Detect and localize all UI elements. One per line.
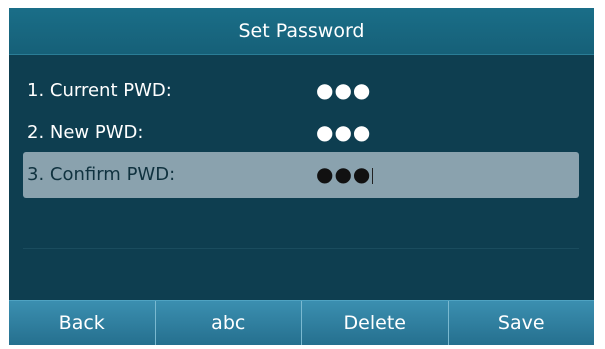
field-current-pwd[interactable]: 1. Current PWD: ●●● (23, 68, 579, 114)
confirm-pwd-input[interactable]: ●●● (316, 152, 374, 198)
softkey-bar: Back abc Delete Save (9, 300, 594, 345)
field-label: 3. Confirm PWD: (27, 164, 176, 185)
field-label: 1. Current PWD: (27, 80, 172, 101)
new-pwd-input[interactable]: ●●● (316, 110, 371, 156)
current-pwd-input[interactable]: ●●● (316, 68, 371, 114)
input-mode-button[interactable]: abc (156, 301, 302, 345)
text-cursor (372, 167, 374, 184)
delete-button[interactable]: Delete (302, 301, 449, 345)
confirm-pwd-value: ●●● (316, 162, 372, 186)
phone-screen: Set Password 1. Current PWD: ●●● 2. New … (9, 8, 594, 345)
field-new-pwd[interactable]: 2. New PWD: ●●● (23, 110, 579, 156)
back-button[interactable]: Back (9, 301, 156, 345)
empty-row (23, 198, 579, 249)
field-confirm-pwd[interactable]: 3. Confirm PWD: ●●● (23, 152, 579, 198)
save-button[interactable]: Save (449, 301, 595, 345)
field-label: 2. New PWD: (27, 122, 144, 143)
page-title: Set Password (9, 8, 594, 55)
